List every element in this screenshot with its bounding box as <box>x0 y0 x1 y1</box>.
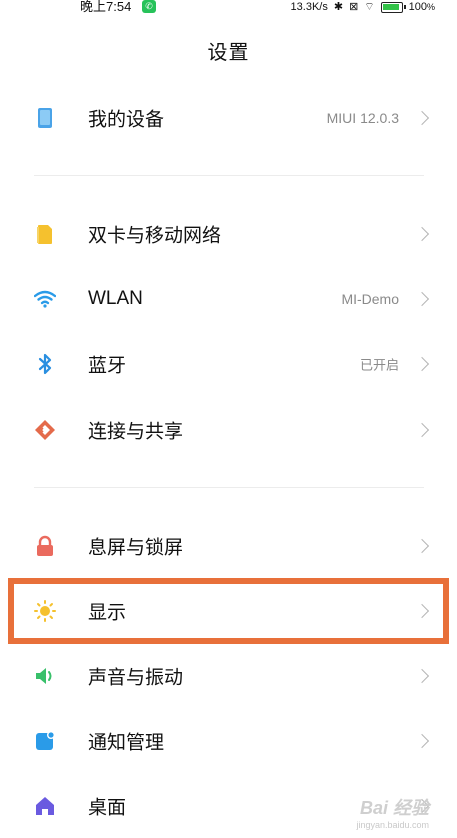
chevron-right-icon <box>414 422 430 438</box>
bluetooth-icon <box>38 353 52 375</box>
settings-item-value: 已开启 <box>359 358 399 374</box>
settings-item-label: 蓝牙 <box>88 354 127 377</box>
settings-item-sim-network[interactable]: 双卡与移动网络 <box>0 202 457 266</box>
chevron-right-icon <box>414 733 430 749</box>
chevron-right-icon <box>414 356 430 372</box>
network-speed: 13.3K/s <box>290 1 328 13</box>
settings-item-notifications[interactable]: 通知管理 <box>0 709 457 773</box>
sim-card-icon <box>37 225 52 244</box>
speaker-icon <box>36 668 52 684</box>
settings-item-label: 息屏与锁屏 <box>88 536 184 559</box>
settings-item-connection-sharing[interactable]: 连接与共享 <box>0 398 457 462</box>
chevron-right-icon <box>414 110 430 126</box>
watermark: Bai 经验 jingyan.baidu.com <box>356 794 429 830</box>
watermark-url: jingyan.baidu.com <box>356 820 429 830</box>
wifi-icon: ⌔ <box>364 1 375 13</box>
sim-off-icon: ⊠ <box>349 1 359 13</box>
settings-item-label: 我的设备 <box>88 108 165 131</box>
chevron-right-icon <box>414 291 430 307</box>
settings-item-label: 通知管理 <box>88 731 165 754</box>
settings-item-sound-vibration[interactable]: 声音与振动 <box>0 644 457 708</box>
phone-call-icon: ✆ <box>142 0 156 13</box>
chevron-right-icon <box>414 226 430 242</box>
battery-percent: 100% <box>408 1 435 13</box>
status-time: 晚上7:54 <box>80 0 132 14</box>
settings-item-label: 桌面 <box>88 796 127 819</box>
watermark-logo: Bai 经验 <box>359 798 429 818</box>
wifi-icon <box>34 290 56 308</box>
settings-item-wlan[interactable]: WLAN MI-Demo <box>0 267 457 331</box>
settings-item-value: MI-Demo <box>341 291 399 307</box>
settings-item-bluetooth[interactable]: 蓝牙 已开启 <box>0 332 457 396</box>
settings-item-label: 声音与振动 <box>88 666 184 689</box>
settings-item-label: 双卡与移动网络 <box>88 224 222 247</box>
settings-item-display[interactable]: 显示 <box>0 579 457 643</box>
bluetooth-icon: ✱ <box>333 1 344 13</box>
home-icon <box>36 797 54 815</box>
chevron-right-icon <box>414 603 430 619</box>
settings-item-label: 连接与共享 <box>88 420 184 443</box>
battery-icon <box>380 1 406 13</box>
chevron-right-icon <box>414 538 430 554</box>
lock-icon <box>37 535 53 556</box>
status-icons: 13.3K/s ✱ ⊠ ⌔ 100% <box>291 0 435 14</box>
share-icon <box>35 420 55 440</box>
settings-item-label: 显示 <box>88 601 127 624</box>
settings-item-label: WLAN <box>88 288 143 309</box>
settings-item-my-device[interactable]: 我的设备 MIUI 12.0.3 <box>0 86 457 150</box>
notification-icon <box>36 731 55 750</box>
sun-icon <box>34 600 56 622</box>
section-divider <box>34 175 424 176</box>
status-bar: 晚上7:54 ✆ 13.3K/s ✱ ⊠ ⌔ 100% <box>0 0 457 16</box>
settings-item-lock-screen[interactable]: 息屏与锁屏 <box>0 514 457 578</box>
settings-item-value: MIUI 12.0.3 <box>326 110 399 126</box>
section-divider <box>34 487 424 488</box>
page-title: 设置 <box>207 40 250 64</box>
chevron-right-icon <box>414 668 430 684</box>
device-icon <box>38 108 52 128</box>
